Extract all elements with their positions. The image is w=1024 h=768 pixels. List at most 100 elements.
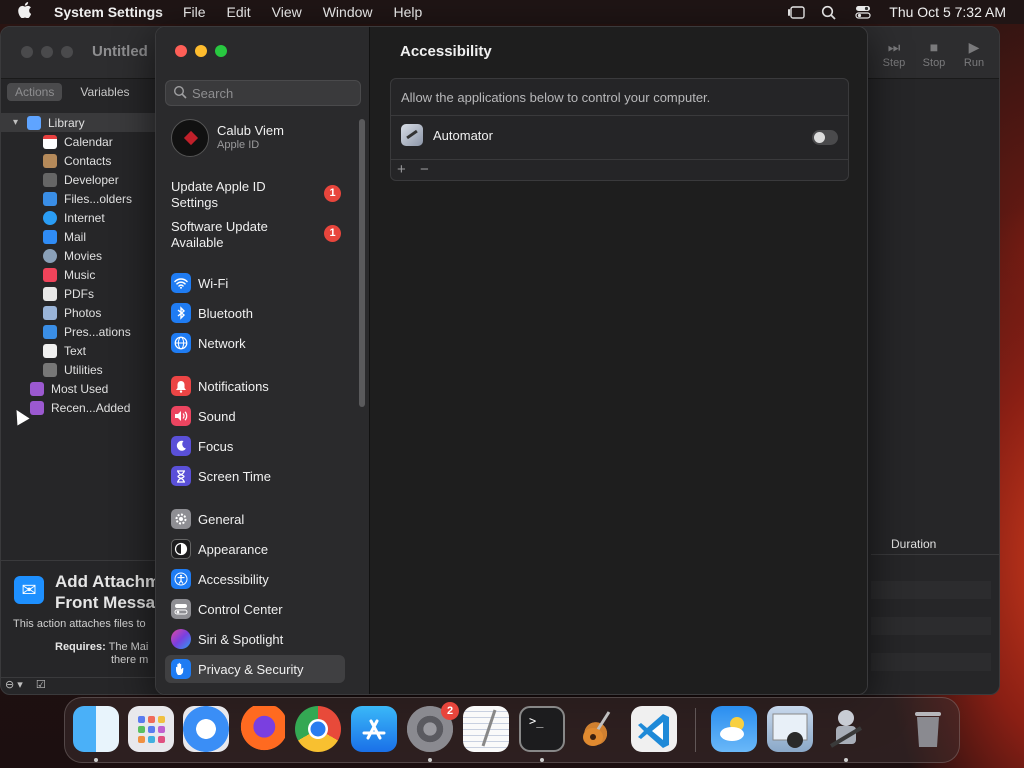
stop-icon: ■ — [929, 39, 939, 55]
library-item[interactable]: Calendar — [1, 132, 156, 151]
stage-manager-icon[interactable] — [787, 5, 805, 19]
sidebar-item-accessibility[interactable]: Accessibility — [165, 565, 345, 593]
dock-firefox-icon[interactable] — [239, 706, 285, 752]
sidebar-item-screen-time[interactable]: Screen Time — [165, 462, 345, 490]
library-item[interactable]: Files...olders — [1, 189, 156, 208]
sidebar-item-label: Focus — [198, 438, 234, 454]
library-folder[interactable]: Most Used — [1, 379, 156, 398]
dock-terminal-icon[interactable]: >_ — [519, 706, 565, 752]
library-item-label: Music — [64, 267, 96, 282]
utilities-icon — [43, 362, 57, 377]
automator-minimize-button[interactable] — [41, 46, 53, 58]
action-menu-icon[interactable]: ⊖ ▾ — [5, 679, 23, 691]
sidebar-item-notifications[interactable]: Notifications — [165, 372, 345, 400]
zoom-button[interactable] — [215, 45, 227, 57]
globe-icon — [171, 333, 191, 353]
stop-button[interactable]: ■ Stop — [921, 39, 947, 69]
menu-view[interactable]: View — [272, 4, 302, 20]
close-button[interactable] — [175, 45, 187, 57]
sidebar-item-label: Control Center — [198, 601, 283, 617]
dock-notification-badge: 2 — [441, 702, 459, 720]
sidebar-item-control-center[interactable]: Control Center — [165, 595, 345, 623]
run-button[interactable]: ▶ Run — [961, 39, 987, 69]
dock-textedit-icon[interactable] — [463, 706, 509, 752]
step-button[interactable]: ⏭ Step — [881, 39, 907, 69]
sidebar-item-label: Sound — [198, 408, 236, 424]
apple-id-account[interactable]: Calub Viem Apple ID — [171, 119, 351, 159]
library-item[interactable]: Text — [1, 341, 156, 360]
automator-zoom-button[interactable] — [61, 46, 73, 58]
run-label: Run — [963, 57, 985, 69]
add-button[interactable]: + — [397, 161, 406, 178]
sidebar-item-network[interactable]: Network — [165, 329, 345, 357]
library-item[interactable]: Contacts — [1, 151, 156, 170]
dock-chrome-icon[interactable] — [295, 706, 341, 752]
mail-icon — [43, 229, 57, 244]
menu-help[interactable]: Help — [394, 4, 423, 20]
log-row — [871, 581, 991, 599]
menu-app-name[interactable]: System Settings — [54, 4, 163, 20]
sidebar-item-label: Bluetooth — [198, 305, 253, 321]
dock-automator-icon[interactable] — [823, 706, 869, 752]
library-item[interactable]: Mail — [1, 227, 156, 246]
menu-window[interactable]: Window — [323, 4, 373, 20]
library-item[interactable]: Movies — [1, 246, 156, 265]
sidebar-item-general[interactable]: General — [165, 505, 345, 533]
log-header: Duration — [871, 533, 999, 555]
automator-close-button[interactable] — [21, 46, 33, 58]
requires-label: Requires: — [55, 641, 106, 653]
spotlight-search-icon[interactable] — [821, 5, 839, 20]
library-item[interactable]: Pres...ations — [1, 322, 156, 341]
library-item[interactable]: Photos — [1, 303, 156, 322]
sidebar-item-label: Network — [198, 335, 246, 351]
dock-vscode-icon[interactable] — [631, 706, 677, 752]
duration-column-header[interactable]: Duration — [891, 537, 936, 551]
sidebar-item-label: Siri & Spotlight — [198, 631, 284, 647]
siri-icon — [171, 629, 191, 649]
menu-clock[interactable]: Thu Oct 5 7:32 AM — [889, 4, 1006, 20]
library-item[interactable]: Internet — [1, 208, 156, 227]
sidebar-item-focus[interactable]: Focus — [165, 432, 345, 460]
minimize-button[interactable] — [195, 45, 207, 57]
menu-file[interactable]: File — [183, 4, 206, 20]
dock-app-store-icon[interactable] — [351, 706, 397, 752]
search-input[interactable] — [192, 84, 352, 102]
library-root[interactable]: ▾ Library — [1, 113, 156, 132]
app-name: Automator — [433, 128, 493, 143]
dock-garageband-icon[interactable] — [575, 706, 621, 752]
hourglass-icon — [171, 466, 191, 486]
automator-access-toggle[interactable] — [812, 130, 838, 145]
dock-safari-icon[interactable] — [183, 706, 229, 752]
dock-launchpad-icon[interactable] — [128, 706, 174, 752]
update-apple-id-notice[interactable]: Update Apple ID Settings 1 — [171, 179, 356, 211]
description-toggle-icon[interactable]: ☑ — [36, 679, 46, 691]
dock-preview-icon[interactable] — [767, 706, 813, 752]
remove-button[interactable]: − — [420, 161, 429, 178]
sidebar-item-privacy-security[interactable]: Privacy & Security — [165, 655, 345, 683]
software-update-notice[interactable]: Software Update Available 1 — [171, 219, 356, 251]
control-center-menu-icon[interactable] — [855, 5, 873, 19]
sidebar-item-wifi[interactable]: Wi-Fi — [165, 269, 345, 297]
dock-finder-icon[interactable] — [73, 706, 119, 752]
dock-weather-icon[interactable] — [711, 706, 757, 752]
library-item-label: Pres...ations — [64, 324, 131, 339]
sidebar-item-siri-spotlight[interactable]: Siri & Spotlight — [165, 625, 345, 653]
search-field[interactable] — [165, 80, 361, 106]
sidebar-scrollbar[interactable] — [359, 119, 365, 407]
sidebar-item-appearance[interactable]: Appearance — [165, 535, 345, 563]
library-item[interactable]: Music — [1, 265, 156, 284]
library-item[interactable]: Utilities — [1, 360, 156, 379]
log-row — [871, 617, 991, 635]
chevron-down-icon[interactable]: ▾ — [13, 117, 27, 128]
library-item[interactable]: PDFs — [1, 284, 156, 303]
dock-trash-icon[interactable] — [905, 706, 951, 752]
smart-folder-icon — [30, 400, 44, 415]
tab-actions[interactable]: Actions — [7, 83, 63, 101]
tab-variables[interactable]: Variables — [72, 83, 137, 101]
sidebar-item-sound[interactable]: Sound — [165, 402, 345, 430]
library-item-label: Calendar — [64, 134, 113, 149]
menu-edit[interactable]: Edit — [227, 4, 251, 20]
sidebar-item-bluetooth[interactable]: Bluetooth — [165, 299, 345, 327]
library-item[interactable]: Developer — [1, 170, 156, 189]
apple-menu-icon[interactable] — [18, 1, 36, 23]
